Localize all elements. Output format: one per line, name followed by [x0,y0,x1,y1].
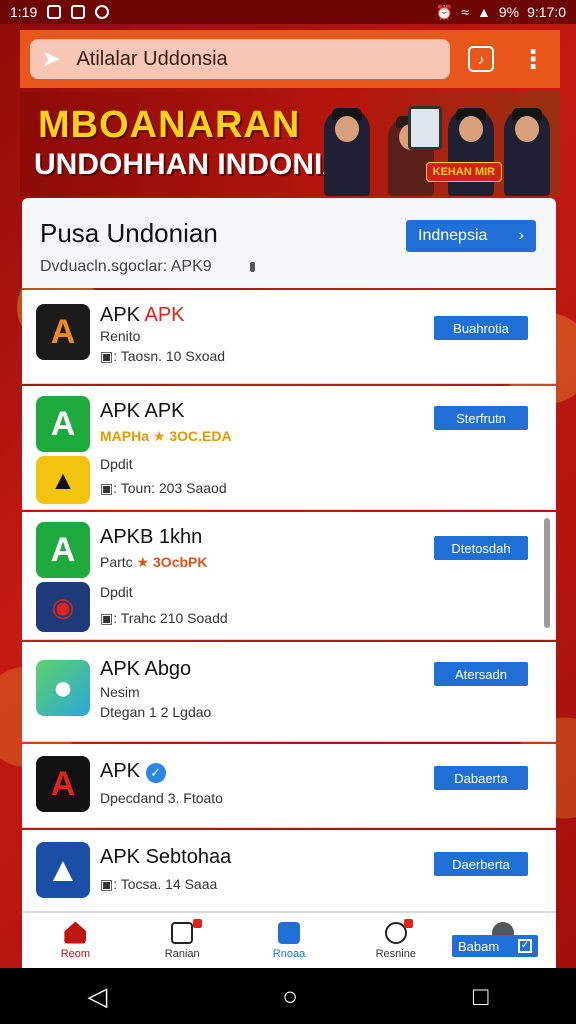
app-logo-icon: ● [36,660,90,716]
promo-banner[interactable]: MBOANARAN UNDOHHAN INDONIAN KEHAN MIR [20,92,560,196]
status-clock: 9:17:0 [527,4,566,20]
app-download-count: Dpecdand 3. Ftoato [100,790,223,806]
banner-subheadline: UNDOHHAN INDONIAN [34,148,366,181]
checkbox-icon: ✓ [518,939,532,953]
floating-action-button[interactable]: Babam ✓ [452,935,538,957]
section-header: Pusa Undonian Dvduacln.sgoclar: APK9 Ind… [22,198,556,288]
address-bar[interactable]: ➤ Atilalar Uddonsia [30,39,450,79]
nav-label: Resnine [375,947,416,960]
app-logo-icon: ▲ [36,842,90,898]
app-category: Renito [100,328,141,344]
app-category: Nesim [100,684,140,700]
nav-apps[interactable]: Rnoaa [236,913,343,968]
region-button-label: Indnepsia [418,227,488,244]
tab-switcher-icon[interactable]: ♪ [468,46,494,72]
nav-ranking[interactable]: Ranian [129,913,236,968]
browser-toolbar: ➤ Atilalar Uddonsia ♪ ⋮ [20,30,560,88]
download-button[interactable]: Dtetosdah [434,536,528,560]
alarm-icon: ⏰ [435,3,454,20]
bottom-navigation: Reom Ranian Rnoaa Resnine Aeohler Babam … [22,912,556,968]
app-update-label: Dpdit [100,584,133,600]
app-download-count: Dtegan 1 2 Lgdao [100,704,212,720]
more-menu-icon[interactable]: ⋮ [520,46,546,72]
recents-icon[interactable]: □ [473,981,489,1012]
app-title-accent: APK [144,304,185,326]
list-item[interactable]: ▲ APK Sebtohaa ▣: Tocsa. 14 Saaa Daerber… [22,830,556,912]
floating-button-label: Babam [458,938,500,954]
cursor-icon [250,262,255,272]
list-item[interactable]: A ◉ APKB 1khn Partc ★ 3OcbPK Dpdit ▣: Tr… [22,512,556,640]
secondary-app-icon: ◉ [36,582,90,632]
scrollbar[interactable] [544,518,550,628]
app-logo-icon: A [36,304,90,360]
nav-label: Reom [60,947,91,960]
inbox-icon [171,921,194,944]
back-icon[interactable]: ◁ [87,981,107,1012]
banner-headline: MBOANARAN [38,104,301,146]
nav-home[interactable]: Reom [22,913,129,968]
status-bar: 1:19 ⏰ ≈ ▲ 9% 9:17:0 [0,0,576,24]
nav-community[interactable]: Resnine [342,913,449,968]
system-navigation-bar: ◁ ○ □ [0,968,576,1024]
app-category: Partc [100,554,137,570]
app-title: APK Sebtohaa [100,846,232,868]
chevron-right-icon: › [518,227,524,244]
download-button[interactable]: Buahrotia [434,316,528,340]
signal-icon: ▲ [476,4,491,20]
app-update-label: Dpdit [100,456,133,472]
list-item[interactable]: A APK ✓ Dpecdand 3. Ftoato Dabaerta [22,744,556,828]
app-title: APK [100,760,146,782]
app-rating: ★ 3OC.EDA [152,428,232,444]
gallery-icon [71,5,86,19]
app-title: APKB 1khn [100,526,203,548]
list-item[interactable]: A ▲ APK APK MAPHa ★ 3OC.EDA Dpdit ▣: Tou… [22,386,556,510]
app-title: APK APK [100,400,185,422]
verified-icon: ✓ [145,763,166,783]
list-item[interactable]: A APK APK Renito ▣: Taosn. 10 Sxoad Buah… [22,290,556,384]
banner-badge: KEHAN MIR [425,162,502,182]
section-title: Pusa Undonian [40,218,218,248]
app-title: APK Abgo [100,658,192,680]
download-button[interactable]: Sterfrutn [434,406,528,430]
app-download-count: ▣: Tocsa. 14 Saaa [100,876,218,892]
app-rating: ★ 3OcbPK [136,554,208,570]
app-logo-icon: A [36,756,90,812]
list-item[interactable]: ● APK Abgo Nesim Dtegan 1 2 Lgdao Atersa… [22,642,556,742]
tablet-icon [408,106,442,150]
status-time: 1:19 [10,4,38,20]
wifi-icon: ≈ [461,4,469,20]
app-category: MAPHa [100,428,153,444]
app-logo-icon: A [36,396,90,452]
app-title: APK [100,304,145,326]
home-icon [64,921,87,944]
download-button[interactable]: Daerberta [434,852,528,876]
download-button[interactable]: Dabaerta [434,766,528,790]
app-logo-icon: A [36,522,90,578]
notification-icon [47,5,62,19]
message-icon [95,5,110,19]
url-text[interactable]: Atilalar Uddonsia [76,48,227,71]
region-button[interactable]: Indnepsia › [406,220,536,252]
nav-label: Ranian [164,947,200,960]
battery-level: 9% [498,4,520,20]
app-download-count: ▣: Taosn. 10 Sxoad [100,348,226,364]
secondary-app-icon: ▲ [36,456,90,504]
apps-icon [277,921,300,944]
app-download-count: ▣: Trahc 210 Soadd [100,610,228,626]
download-button[interactable]: Atersadn [434,662,528,686]
home-icon[interactable]: ➤ [42,46,60,72]
nav-label: Rnoaa [272,947,306,960]
home-circle-icon[interactable]: ○ [282,981,298,1012]
app-download-count: ▣: Toun: 203 Saaod [100,480,227,496]
section-subtitle: Dvduacln.sgoclar: APK9 [40,258,212,275]
